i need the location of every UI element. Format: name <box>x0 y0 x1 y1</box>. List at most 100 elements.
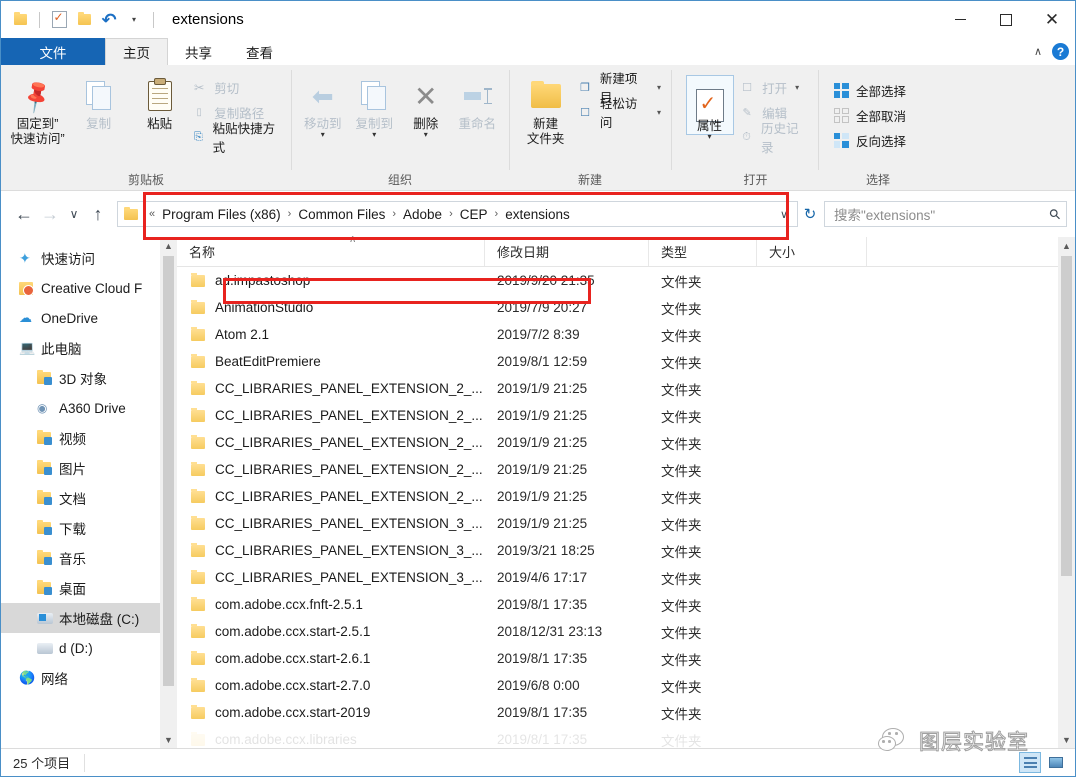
column-header-type[interactable]: 类型 <box>649 237 757 266</box>
search-input[interactable]: 搜索"extensions" ⚲ <box>824 201 1067 227</box>
breadcrumb-separator-2[interactable]: › <box>444 208 458 220</box>
breadcrumb-item-2[interactable]: Adobe <box>401 207 444 222</box>
breadcrumb[interactable]: « Program Files (x86) › Common Files › A… <box>117 201 798 227</box>
sidebar-item-3d-objects[interactable]: 3D 对象 <box>1 363 177 393</box>
close-button[interactable]: ✕ <box>1029 1 1075 38</box>
thumbnail-view-button[interactable] <box>1045 752 1067 773</box>
table-row[interactable]: com.adobe.ccx.start-2.6.1 2019/8/1 17:35… <box>177 645 1075 672</box>
paste-shortcut-button[interactable]: ⎘ 粘贴快捷方式 <box>190 122 285 155</box>
table-row[interactable]: CC_LIBRARIES_PANEL_EXTENSION_2_... 2019/… <box>177 375 1075 402</box>
table-row[interactable]: CC_LIBRARIES_PANEL_EXTENSION_2_... 2019/… <box>177 429 1075 456</box>
cut-button[interactable]: ✂ 剪切 <box>190 76 285 98</box>
table-row[interactable]: com.adobe.ccx.start-2019 2019/8/1 17:35 … <box>177 699 1075 726</box>
table-row[interactable]: Atom 2.1 2019/7/2 8:39 文件夹 <box>177 321 1075 348</box>
sidebar-item-network[interactable]: 🌎 网络 <box>1 663 177 693</box>
scroll-down-icon[interactable]: ▼ <box>1058 731 1075 748</box>
scroll-up-icon[interactable]: ▲ <box>160 237 177 254</box>
properties-caret-icon[interactable]: ▾ <box>708 133 712 141</box>
scroll-up-icon[interactable]: ▲ <box>1058 237 1075 254</box>
scrollbar-thumb[interactable] <box>1061 256 1072 576</box>
sidebar-item-music[interactable]: 音乐 <box>1 543 177 573</box>
folder-icon[interactable] <box>10 10 30 30</box>
refresh-icon[interactable]: ↻ <box>798 205 822 223</box>
table-row[interactable]: com.adobe.ccx.start-2.5.1 2018/12/31 23:… <box>177 618 1075 645</box>
new-item-caret-icon[interactable]: ▾ <box>657 83 661 92</box>
sidebar-item-drive-d[interactable]: d (D:) <box>1 633 177 663</box>
delete-caret-icon[interactable]: ▾ <box>424 131 428 139</box>
table-row[interactable]: CC_LIBRARIES_PANEL_EXTENSION_3_... 2019/… <box>177 510 1075 537</box>
tab-share[interactable]: 共享 <box>168 38 229 65</box>
column-header-name[interactable]: 名称 <box>177 237 485 266</box>
table-row[interactable]: BeatEditPremiere 2019/8/1 12:59 文件夹 <box>177 348 1075 375</box>
table-row[interactable]: ad.impastoshop 2019/9/20 21:35 文件夹 <box>177 267 1075 294</box>
table-row[interactable]: CC_LIBRARIES_PANEL_EXTENSION_2_... 2019/… <box>177 483 1075 510</box>
up-button[interactable]: ↑ <box>85 201 111 227</box>
sidebar-item-a360-drive[interactable]: ◉ A360 Drive <box>1 393 177 423</box>
help-icon[interactable]: ? <box>1052 43 1069 60</box>
open-button[interactable]: ☐ 打开 ▾ <box>738 76 812 98</box>
table-row[interactable]: com.adobe.ccx.libraries 2019/8/1 17:35 文… <box>177 726 1075 748</box>
collapse-ribbon-icon[interactable]: ∧ <box>1034 45 1042 58</box>
sidebar-item-this-pc[interactable]: 💻 此电脑 <box>1 333 177 363</box>
breadcrumb-separator-1[interactable]: › <box>387 208 401 220</box>
maximize-button[interactable] <box>983 1 1029 38</box>
tab-home[interactable]: 主页 <box>105 38 168 65</box>
open-caret-icon[interactable]: ▾ <box>795 83 799 92</box>
delete-button[interactable]: ✕ 删除 ▾ <box>400 69 452 139</box>
breadcrumb-item-1[interactable]: Common Files <box>296 207 387 222</box>
recent-locations-button[interactable]: ∨ <box>63 201 85 227</box>
sidebar-item-quick-access[interactable]: ✦ 快速访问 <box>1 243 177 273</box>
table-row[interactable]: CC_LIBRARIES_PANEL_EXTENSION_2_... 2019/… <box>177 402 1075 429</box>
sidebar-item-pictures[interactable]: 图片 <box>1 453 177 483</box>
sidebar-item-onedrive[interactable]: ☁ OneDrive <box>1 303 177 333</box>
column-header-date[interactable]: 修改日期 <box>485 237 649 266</box>
select-none-button[interactable]: 全部取消 <box>832 104 910 126</box>
breadcrumb-item-3[interactable]: CEP <box>458 207 490 222</box>
pin-to-quick-access-button[interactable]: 📌 固定到” 快速访问” <box>7 69 68 147</box>
breadcrumb-item-0[interactable]: Program Files (x86) <box>160 207 283 222</box>
chevron-down-icon[interactable]: ∨ <box>771 208 797 221</box>
table-row[interactable]: com.adobe.ccx.start-2.7.0 2019/6/8 0:00 … <box>177 672 1075 699</box>
move-to-button[interactable]: ⬅ 移动到 ▾ <box>297 69 349 139</box>
navigation-pane-scrollbar[interactable]: ▲ ▼ <box>160 237 177 748</box>
chevron-down-icon[interactable]: ▾ <box>124 10 144 30</box>
back-button[interactable]: ← <box>11 201 37 227</box>
rename-button[interactable]: 重命名 <box>452 69 504 132</box>
breadcrumb-item-4[interactable]: extensions <box>503 207 572 222</box>
new-folder-button[interactable]: 新建 文件夹 <box>515 69 576 147</box>
breadcrumb-separator-0[interactable]: › <box>283 208 297 220</box>
new-folder-icon[interactable] <box>74 10 94 30</box>
table-row[interactable]: AnimationStudio 2019/7/9 20:27 文件夹 <box>177 294 1075 321</box>
copy-to-caret-icon[interactable]: ▾ <box>372 131 376 139</box>
paste-button[interactable]: 粘贴 <box>129 69 190 132</box>
properties-icon[interactable] <box>49 10 69 30</box>
easy-access-button[interactable]: ☐ 轻松访问 ▾ <box>576 97 665 130</box>
table-row[interactable]: CC_LIBRARIES_PANEL_EXTENSION_2_... 2019/… <box>177 456 1075 483</box>
move-to-caret-icon[interactable]: ▾ <box>321 131 325 139</box>
copy-button[interactable]: 复制 <box>68 69 129 132</box>
forward-button[interactable]: → <box>37 201 63 227</box>
scrollbar-thumb[interactable] <box>163 256 174 686</box>
tab-file[interactable]: 文件 <box>1 38 105 65</box>
breadcrumb-separator-3[interactable]: › <box>490 208 504 220</box>
tab-view[interactable]: 查看 <box>229 38 290 65</box>
table-row[interactable]: CC_LIBRARIES_PANEL_EXTENSION_3_... 2019/… <box>177 564 1075 591</box>
history-button[interactable]: ⏱ 历史记录 <box>738 122 812 155</box>
breadcrumb-overflow-icon[interactable]: « <box>144 208 160 220</box>
column-header-size[interactable]: 大小 <box>757 237 867 266</box>
sidebar-item-downloads[interactable]: 下载 <box>1 513 177 543</box>
scroll-down-icon[interactable]: ▼ <box>160 731 177 748</box>
minimize-button[interactable] <box>937 1 983 38</box>
table-row[interactable]: CC_LIBRARIES_PANEL_EXTENSION_3_... 2019/… <box>177 537 1075 564</box>
copy-to-button[interactable]: 复制到 ▾ <box>349 69 401 139</box>
select-all-button[interactable]: 全部选择 <box>832 79 910 101</box>
properties-button[interactable]: 属性 ▾ <box>681 69 738 141</box>
easy-access-caret-icon[interactable]: ▾ <box>657 108 661 117</box>
sidebar-item-creative-cloud[interactable]: Creative Cloud F <box>1 273 177 303</box>
sidebar-item-documents[interactable]: 文档 <box>1 483 177 513</box>
file-list-scrollbar[interactable]: ▲ ▼ <box>1058 237 1075 748</box>
details-view-button[interactable] <box>1019 752 1041 773</box>
invert-selection-button[interactable]: 反向选择 <box>832 129 910 151</box>
table-row[interactable]: com.adobe.ccx.fnft-2.5.1 2019/8/1 17:35 … <box>177 591 1075 618</box>
sidebar-item-desktop[interactable]: 桌面 <box>1 573 177 603</box>
